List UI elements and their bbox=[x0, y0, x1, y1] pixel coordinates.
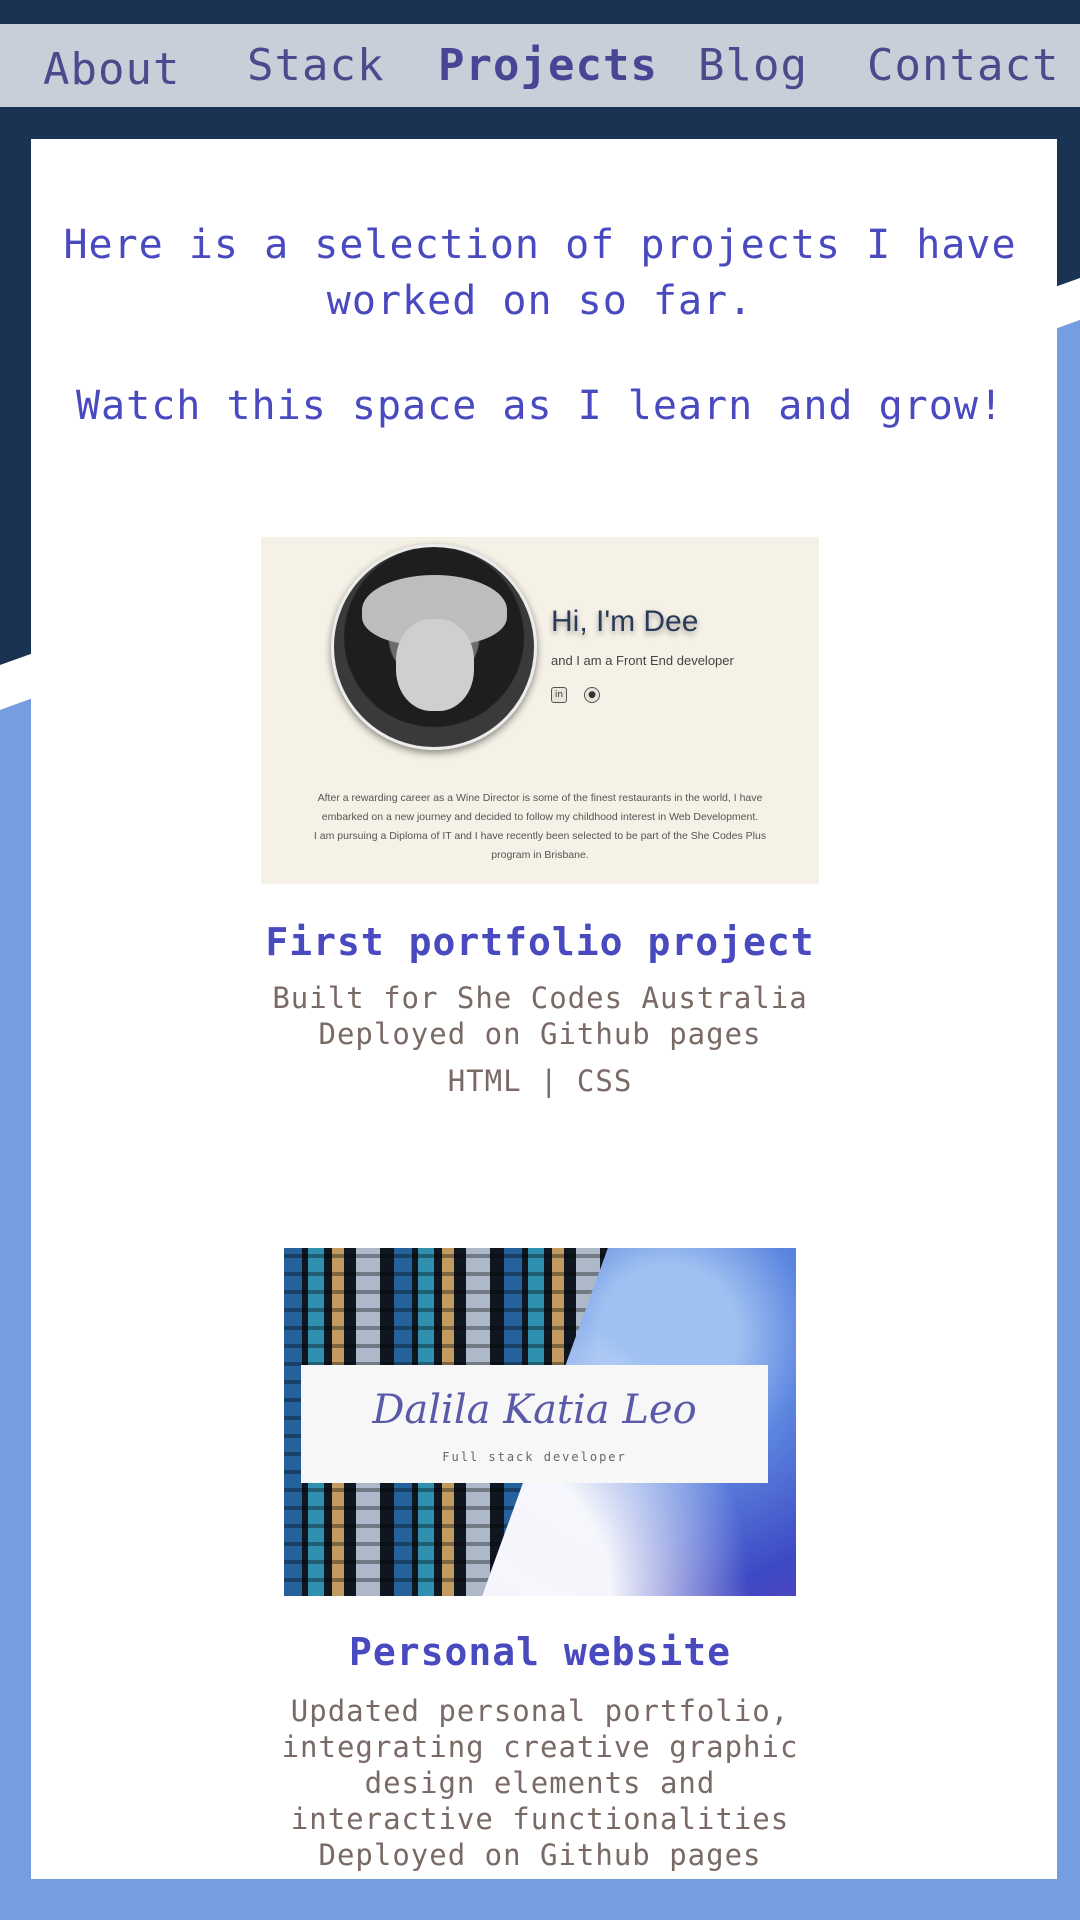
avatar bbox=[331, 544, 537, 750]
nav-contact[interactable]: Contact bbox=[867, 40, 1059, 93]
project-2-screenshot[interactable]: Dalila Katia Leo Full stack developer bbox=[284, 1248, 796, 1596]
preview-bio: After a rewarding career as a Wine Direc… bbox=[313, 792, 767, 861]
nav-stack[interactable]: Stack bbox=[247, 40, 384, 93]
nav-projects[interactable]: Projects bbox=[438, 40, 658, 93]
linkedin-icon: in bbox=[551, 687, 567, 703]
preview-heading: Hi, I'm Dee bbox=[551, 605, 699, 638]
project-1-description: Built for She Codes Australia Deployed o… bbox=[272, 981, 808, 1051]
project-2-title: Personal website bbox=[348, 1630, 732, 1674]
project-2-description: Updated personal portfolio, integrating … bbox=[281, 1694, 799, 1872]
preview-subheading: and I am a Front End developer bbox=[551, 653, 734, 668]
top-navigation: About Stack Projects Blog Contact bbox=[0, 24, 1080, 107]
intro-subtext: Watch this space as I learn and grow! bbox=[75, 383, 1005, 429]
project-1-title: First portfolio project bbox=[265, 920, 815, 964]
intro-text: Here is a selection of projects I have w… bbox=[63, 222, 1017, 324]
project-1-screenshot[interactable]: Hi, I'm Dee and I am a Front End develop… bbox=[261, 537, 819, 884]
project-1-tags: HTML | CSS bbox=[447, 1064, 633, 1098]
github-icon: ● bbox=[584, 687, 600, 703]
name-banner: Dalila Katia Leo Full stack developer bbox=[301, 1365, 768, 1483]
preview-role: Full stack developer bbox=[442, 1450, 627, 1464]
nav-blog[interactable]: Blog bbox=[698, 40, 808, 93]
nav-about[interactable]: About bbox=[43, 44, 180, 97]
preview-name: Dalila Katia Leo bbox=[372, 1387, 697, 1433]
face-shape bbox=[396, 619, 474, 711]
